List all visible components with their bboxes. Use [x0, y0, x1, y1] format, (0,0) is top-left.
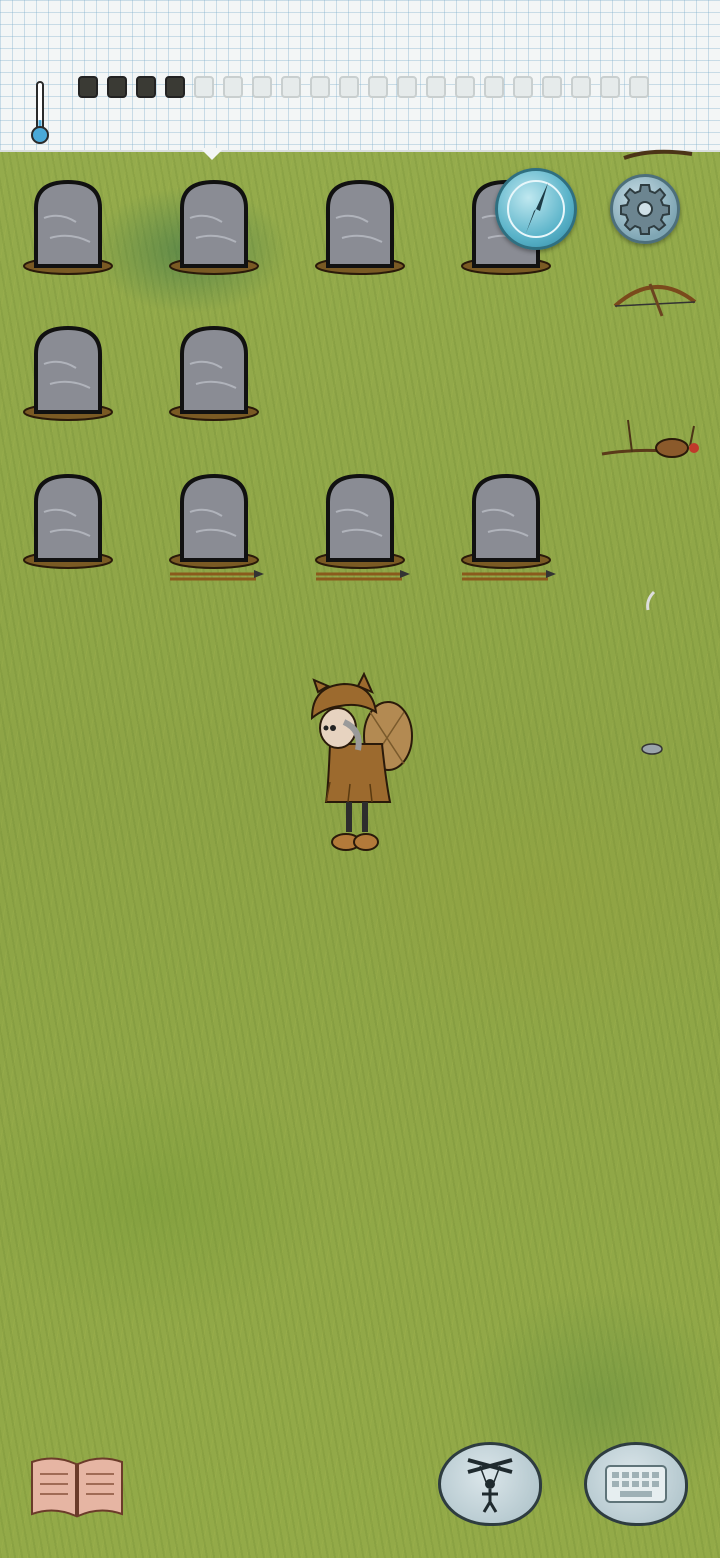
- food-slot: [136, 76, 156, 98]
- feather[interactable]: [644, 590, 658, 612]
- tombstone[interactable]: [20, 178, 116, 278]
- food-slot: [223, 76, 243, 98]
- food-slot: [571, 76, 591, 98]
- status-bar: [0, 0, 720, 152]
- keyboard-icon: [605, 1465, 667, 1503]
- food-slot: [513, 76, 533, 98]
- food-slot: [252, 76, 272, 98]
- settings-button[interactable]: [610, 174, 680, 244]
- puppet-icon: [467, 1458, 513, 1513]
- tombstone[interactable]: [166, 178, 262, 278]
- recipe-book-button[interactable]: [28, 1452, 126, 1522]
- player-character[interactable]: [300, 672, 420, 862]
- tombstone[interactable]: [312, 178, 408, 278]
- tombstone[interactable]: [166, 472, 262, 572]
- food-slot: [426, 76, 446, 98]
- arrows[interactable]: [458, 568, 558, 584]
- bow-and-arrow[interactable]: [610, 276, 700, 320]
- food-slot: [455, 76, 475, 98]
- food-slot: [629, 76, 649, 98]
- food-slot: [484, 76, 504, 98]
- food-meter: [78, 76, 649, 98]
- food-slot: [165, 76, 185, 98]
- food-slot: [339, 76, 359, 98]
- compass-button[interactable]: [495, 168, 577, 250]
- food-slot: [310, 76, 330, 98]
- dead-rabbit[interactable]: [598, 412, 710, 464]
- food-slot: [397, 76, 417, 98]
- tombstone[interactable]: [458, 472, 554, 572]
- food-slot: [542, 76, 562, 98]
- flint-chip[interactable]: [640, 740, 666, 756]
- tombstone[interactable]: [20, 472, 116, 572]
- chat-button[interactable]: [584, 1442, 688, 1526]
- tombstone[interactable]: [20, 324, 116, 424]
- thermometer-icon: [31, 81, 49, 144]
- food-slot: [281, 76, 301, 98]
- food-slot: [107, 76, 127, 98]
- food-slot: [78, 76, 98, 98]
- gear-icon: [620, 184, 670, 235]
- compass-icon: [507, 180, 565, 238]
- branch-pile[interactable]: [622, 146, 694, 164]
- tombstone[interactable]: [312, 472, 408, 572]
- book-icon: [31, 1457, 123, 1518]
- food-slot: [194, 76, 214, 98]
- arrows[interactable]: [166, 568, 266, 584]
- emote-button[interactable]: [438, 1442, 542, 1526]
- food-slot: [600, 76, 620, 98]
- food-slot: [368, 76, 388, 98]
- paper-notch: [200, 148, 224, 160]
- tombstone[interactable]: [166, 324, 262, 424]
- arrows[interactable]: [312, 568, 412, 584]
